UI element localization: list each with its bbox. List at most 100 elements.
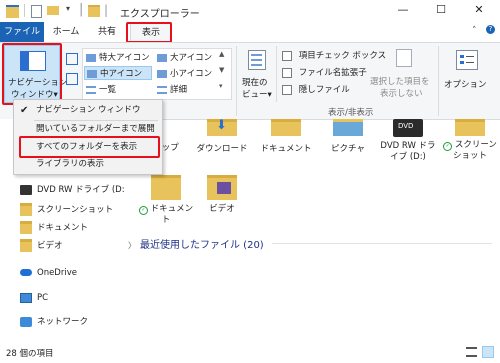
folder-icon <box>20 221 32 234</box>
hidden-items-label: 隠しファイル <box>298 85 350 95</box>
layout-medium[interactable]: 中アイコン <box>84 66 152 80</box>
medium-icon <box>87 69 97 78</box>
hidden-items-checkbox[interactable] <box>282 84 292 95</box>
layout-medium-label: 中アイコン <box>100 69 143 79</box>
file-dvd-label-1: DVD RW ドラ <box>380 141 436 151</box>
item-checkboxes-checkbox[interactable] <box>282 50 292 61</box>
quick-access-toolbar-divider <box>24 4 25 17</box>
ribbon-separator-2 <box>276 46 277 102</box>
extensions-checkbox[interactable] <box>282 67 292 78</box>
extensions-toggle[interactable]: ファイル名拡張子 <box>282 66 367 78</box>
show-all-folders-highlight <box>19 136 160 158</box>
menu-item-navigation-pane[interactable]: ✔ ナビゲーション ウィンドウ <box>14 102 160 119</box>
file-documents-label: ドキュメント <box>260 144 312 154</box>
options-button[interactable]: オプション <box>440 46 496 102</box>
nav-item-network[interactable]: ネットワーク <box>20 313 88 331</box>
customize-qat-icon[interactable]: ▾ <box>66 4 70 13</box>
list-icon <box>86 85 96 94</box>
small-icon <box>157 69 167 78</box>
file-screenshots-label-1: ✓ スクリーン <box>442 140 498 151</box>
details-icon <box>157 85 167 94</box>
file-downloads[interactable]: ⬇ ダウンロード <box>194 119 250 155</box>
file-documents[interactable]: ドキュメント <box>258 119 314 155</box>
file-pictures-label: ピクチャ <box>331 144 365 154</box>
nav-item-onedrive[interactable]: OneDrive <box>20 264 77 282</box>
tab-file[interactable]: ファイル <box>0 22 44 42</box>
extra-large-icon <box>86 53 96 62</box>
content-area: トップ ⬇ ダウンロード ドキュメント ピクチャ DVD DVD RW ドラ イ… <box>122 119 500 341</box>
navigation-pane-highlight <box>2 43 62 105</box>
title-icon-divider: | <box>104 3 109 17</box>
nav-item-screenshots[interactable]: スクリーンショット <box>20 201 113 219</box>
file-screenshots-label-1-text: スクリーン <box>454 140 497 150</box>
nav-item-screenshots-label: スクリーンショット <box>37 205 114 215</box>
file-screenshots[interactable]: ✓ スクリーン ショット <box>442 119 498 162</box>
layout-details[interactable]: 詳細 <box>157 83 187 95</box>
menu-item-show-libraries[interactable]: ライブラリの表示 <box>14 156 160 173</box>
file-documents-2[interactable]: ✓ ドキュメン ト <box>138 175 194 226</box>
details-view-toggle-icon[interactable] <box>466 347 477 357</box>
preview-pane-icon[interactable] <box>66 53 78 65</box>
large-icons-view-toggle-icon[interactable] <box>482 346 494 358</box>
maximize-button[interactable]: ☐ <box>424 0 458 22</box>
details-pane-icon[interactable] <box>66 73 78 85</box>
nav-item-documents-label: ドキュメント <box>37 223 89 233</box>
gallery-scroll-up-icon[interactable]: ▲ <box>219 50 224 58</box>
gallery-scroll-down-icon[interactable]: ▼ <box>219 66 224 74</box>
layout-list[interactable]: 一覧 <box>86 83 116 95</box>
nav-item-videos[interactable]: ビデオ <box>20 237 63 255</box>
new-folder-icon[interactable] <box>47 6 59 15</box>
recent-files-header[interactable]: 〉最近使用したファイル (20) <box>128 236 264 251</box>
gallery-expand-icon[interactable]: ▾ <box>219 82 223 90</box>
current-view-button[interactable]: 現在の ビュー▾ <box>240 46 272 102</box>
item-count: 28 個の項目 <box>6 349 54 359</box>
video-folder-icon <box>207 175 237 200</box>
network-icon <box>20 316 32 327</box>
layout-extra-large[interactable]: 特大アイコン <box>86 51 150 63</box>
nav-item-dvd[interactable]: DVD RW ドライブ (D: <box>20 181 125 199</box>
tab-home[interactable]: ホーム <box>46 22 86 42</box>
layout-small[interactable]: 小アイコン <box>157 67 212 79</box>
title-divider: | <box>79 2 84 17</box>
film-strip-icon <box>217 182 231 194</box>
nav-item-dvd-label: DVD RW ドライブ (D: <box>37 185 125 195</box>
ribbon-collapse-icon[interactable]: ˄ <box>472 26 477 36</box>
extensions-label: ファイル名拡張子 <box>298 68 367 78</box>
current-view-label-2: ビュー▾ <box>242 90 272 100</box>
file-pictures[interactable]: ピクチャ <box>320 119 376 155</box>
layout-extra-large-label: 特大アイコン <box>99 53 150 63</box>
explorer-app-icon[interactable] <box>6 5 19 18</box>
sync-check-icon: ✓ <box>443 142 453 151</box>
layout-list-label: 一覧 <box>99 85 117 95</box>
hidden-items-toggle[interactable]: 隠しファイル <box>282 83 350 95</box>
close-button[interactable]: ✕ <box>462 0 496 22</box>
dvd-badge: DVD <box>398 122 414 130</box>
folder-icon <box>20 203 32 216</box>
checkmark-icon: ✔ <box>20 105 29 116</box>
nav-item-pc[interactable]: PC <box>20 289 48 307</box>
help-icon[interactable]: ? <box>486 25 495 34</box>
window-title: エクスプローラー <box>120 9 200 20</box>
nav-item-documents[interactable]: ドキュメント <box>20 219 88 237</box>
download-arrow-icon: ⬇ <box>216 118 227 133</box>
documents-folder-icon <box>271 119 301 136</box>
hide-selected-label-2: 表示しない <box>380 89 423 99</box>
nav-item-pc-label: PC <box>37 293 49 303</box>
file-dvd-label-2: イブ (D:) <box>390 152 426 162</box>
pictures-folder-icon <box>333 119 363 136</box>
hide-selected-button[interactable]: 選択した項目を 表示しない <box>370 47 438 103</box>
ribbon-separator-1 <box>236 46 237 116</box>
file-documents-2-label-2: ト <box>161 215 171 225</box>
minimize-button[interactable]: — <box>386 0 420 22</box>
file-downloads-label: ダウンロード <box>196 144 248 154</box>
view-tab-highlight <box>126 22 172 43</box>
layout-large[interactable]: 大アイコン <box>157 51 212 63</box>
properties-icon[interactable] <box>31 5 42 18</box>
file-video[interactable]: ビデオ <box>194 175 250 215</box>
tab-share[interactable]: 共有 <box>88 22 126 42</box>
folder-icon <box>20 239 32 252</box>
layout-gallery: 特大アイコン 大アイコン 中アイコン 小アイコン 一覧 詳細 ▲ ▼ ▾ <box>82 48 232 100</box>
file-documents-2-label-1-text: ドキュメン <box>150 204 194 214</box>
file-dvd-drive[interactable]: DVD DVD RW ドラ イブ (D:) <box>380 119 436 163</box>
options-label: オプション <box>444 80 487 90</box>
